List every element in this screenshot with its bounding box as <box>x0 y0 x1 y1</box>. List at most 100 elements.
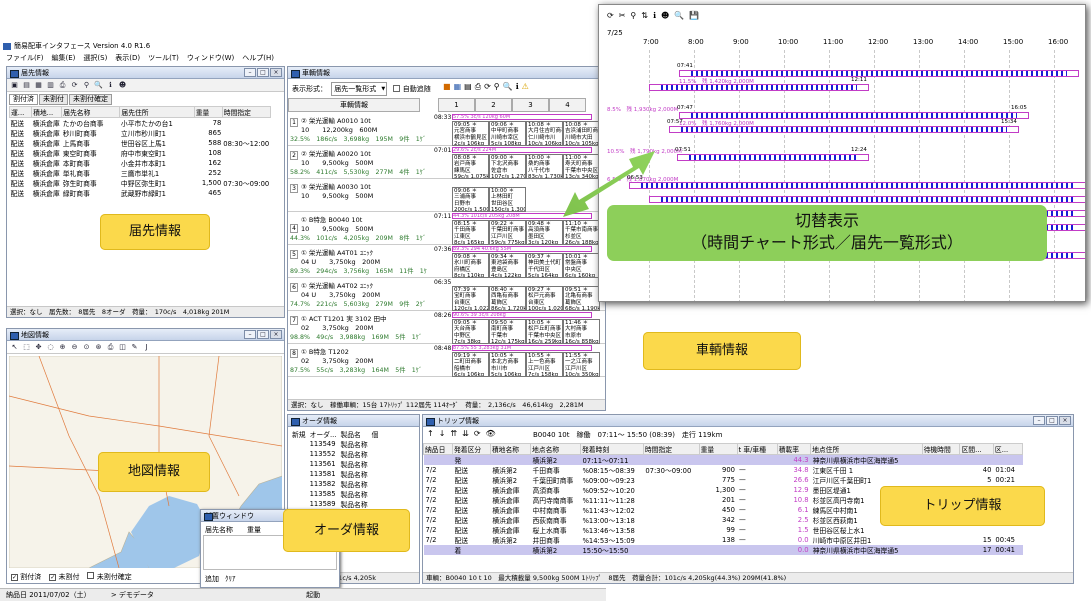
column-header[interactable]: オーダ... <box>308 429 339 439</box>
filter-icon[interactable]: ⚲ <box>82 81 91 90</box>
stop-cell[interactable]: 09:00 ＊下北沢商事佐倉市107c/s 1,270kg <box>489 154 526 179</box>
column-header[interactable]: 重量 <box>193 106 223 118</box>
stop-cell[interactable]: 10:08 ＊大月住吉町商事 仁川崎市川 10c/s 106kg <box>526 121 563 146</box>
trip-titlebar[interactable]: トリップ情報 – □ × <box>423 415 1073 427</box>
column-header[interactable]: 個 <box>370 429 381 439</box>
route-icon[interactable]: ✎ <box>130 343 139 352</box>
column-header[interactable]: 区間... <box>959 443 994 455</box>
table-row[interactable]: 配送 横浜倉庫 東空町商事 府中市東空町1 108 <box>10 148 271 158</box>
stop-cell[interactable]: 09:51 ＊北亀有商事葛飾区68c/s 1,190kg <box>563 286 600 311</box>
stop-cell[interactable]: 11:55 ＊一之江商事 江戸川区 10c/s 350kg <box>563 352 600 377</box>
select-icon[interactable]: ⬚ <box>22 343 31 352</box>
column-header[interactable]: 区... <box>992 443 1024 455</box>
menu-item[interactable]: 選択(S) <box>83 53 107 64</box>
stop-cell[interactable]: 09:22 ＊千葉田町商事 江戸川区 59c/s 775kg <box>489 220 526 245</box>
column-header[interactable]: 時間指定 <box>221 106 272 118</box>
move-top-icon[interactable]: ⇈ <box>450 429 457 438</box>
open-folder-icon[interactable]: ▣ <box>10 81 19 90</box>
menu-item[interactable]: ツール(T) <box>148 53 179 64</box>
stop-cell[interactable]: 09:37 ＊神田美土代町 千代田区 5c/s 164kg <box>526 253 563 278</box>
stop-cell[interactable]: 08:40 ＊西亀有商事葛飾区86c/s 1,720kg <box>489 286 526 311</box>
menu-item[interactable]: ウィンドウ(W) <box>187 53 234 64</box>
map-titlebar[interactable]: 地図情報 – □ × <box>7 329 284 341</box>
column-header[interactable]: 新規 <box>290 429 308 439</box>
table-row[interactable]: 配送 横浜倉庫 本町商事 小金井市本町1 162 <box>10 158 271 168</box>
column-header[interactable]: 積地名称 <box>489 443 532 455</box>
auto-scroll-checkbox[interactable] <box>393 85 401 92</box>
table-row[interactable]: 113589 製品名称 <box>290 499 380 509</box>
menu-item[interactable]: ヘルプ(H) <box>242 53 274 64</box>
stop-cell[interactable]: 09:05 ＊天台商事 中野区 7c/s 38kg <box>452 319 489 344</box>
vehicle-titlebar[interactable]: 車輌情報 <box>288 67 605 79</box>
search-icon[interactable]: 🔍 <box>94 81 103 90</box>
table-row[interactable]: 着 横浜第2 15:50〜15:50 0.0 神奈川県横浜市中区海岸通5 17 00:41 <box>423 545 1023 555</box>
pointer-icon[interactable]: ↖ <box>10 343 19 352</box>
column-header[interactable]: 発着時刻 <box>579 443 644 455</box>
stop-cell[interactable]: 08:15 ＊千田商事 江東区 8c/s 165kg <box>452 220 489 245</box>
zoom-fit-icon[interactable]: ⊙ <box>82 343 91 352</box>
stop-cell[interactable]: 10:05 ＊本北方商事 市川市 5c/s 106kg <box>489 352 526 377</box>
stop-cell[interactable]: 09:05 ＊元宮商事 横浜市鶴見区 2c/s 106kg <box>452 121 489 146</box>
minimize-icon[interactable]: – <box>1033 416 1045 425</box>
cut-icon[interactable]: ✂ <box>619 11 626 23</box>
user-icon[interactable]: ☻ <box>118 81 127 90</box>
table-row[interactable]: 配送 横浜倉庫 緑町商事 武蔵野市緑町1 465 <box>10 188 271 198</box>
stop-cell[interactable]: 09:19 ＊二町田商事 船橋市 6c/s 106kg <box>452 352 489 377</box>
refresh-icon[interactable]: ⟳ <box>484 82 491 92</box>
stop-cell[interactable]: 10:55 ＊上一色商事 江戸川区 7c/s 158kg <box>526 352 563 377</box>
grid-icon[interactable]: ▦ <box>454 82 462 92</box>
search-icon[interactable]: 🔍 <box>503 82 513 92</box>
column-header[interactable]: 製品名 <box>338 429 369 439</box>
minimize-icon[interactable]: – <box>244 68 256 77</box>
close-icon[interactable]: × <box>270 68 282 77</box>
check-unassigned-fixed[interactable]: 未割付確定 <box>87 572 132 582</box>
truck-icon[interactable]: ■ <box>443 82 451 92</box>
close-icon[interactable]: × <box>270 330 282 339</box>
stop-cell[interactable]: 10:01 ＊常盤商事 中央区 6c/s 160kg <box>563 253 600 278</box>
column-header[interactable]: 地点名称 <box>530 443 581 455</box>
table-row[interactable]: 113585 製品名称 <box>290 489 380 499</box>
table-row[interactable]: 113561 製品名称 <box>290 459 380 469</box>
move-down-icon[interactable]: ↓ <box>439 429 446 438</box>
clear-button[interactable]: ｸﾘｱ <box>225 574 236 584</box>
column-header[interactable]: 時間指定 <box>642 443 700 455</box>
table-row[interactable]: 7/2 配送 横浜第2 井田商事 %14:53〜15:09 138— 0.0 川崎市中原区井田… <box>424 535 1023 545</box>
vehicle-row[interactable]: 1② 栄光運輸 A0010 10t 10 12,200kg 600M 32.5% 1… <box>288 113 605 146</box>
filter-icon[interactable]: ⚲ <box>630 11 636 23</box>
table-row[interactable]: 配送 横浜倉庫 上馬商事 世田谷区上馬1 588 08:30〜12:00 <box>10 138 271 148</box>
stop-cell[interactable]: 08:08 ＊岩戸商事練馬区59c/s 1,075kg <box>452 154 489 179</box>
menu-item[interactable]: 表示(D) <box>115 53 140 64</box>
view-icon[interactable]: 👁 <box>486 429 496 438</box>
grid-icon[interactable]: ▥ <box>46 81 55 90</box>
maximize-icon[interactable]: □ <box>1046 416 1058 425</box>
vehicle-row[interactable]: 5① 栄光運輸 A4T01 ﾕﾆｯｸ 04 U 3,750kg 200M 89.3%… <box>288 245 605 278</box>
table-row[interactable]: 7/2 配送 横浜第2 千田商事 %08:15〜08:39 07:30〜09:00 900—… <box>424 465 1023 475</box>
refresh-icon[interactable]: ⟳ <box>607 11 614 23</box>
vehicle-row[interactable]: 8① B特急 T1202 02 3,750kg 200M 87.5% 55c/s 3… <box>288 344 605 377</box>
info-icon[interactable]: ℹ <box>653 11 656 23</box>
column-header[interactable]: 重量 <box>698 443 738 455</box>
column-header[interactable]: t 車/車種 <box>736 443 778 455</box>
stop-cell[interactable]: 09:34 ＊東池袋商事 豊島区 4c/s 122kg <box>489 253 526 278</box>
table-row[interactable]: 7/2 配送 横浜第2 千葉田町商事 %09:00〜09:23 775— 26.6 江戸川区千… <box>424 475 1023 485</box>
stop-cell[interactable]: 10:00 ＊上林田町世田谷区150c/s 1,300kg <box>489 187 526 212</box>
column-header[interactable]: 運... <box>8 106 33 118</box>
pan-icon[interactable]: ✥ <box>34 343 43 352</box>
column-header[interactable]: 納品日 <box>423 443 453 455</box>
column-header[interactable]: 積地... <box>31 106 63 118</box>
tab-assigned[interactable]: 割付済 <box>9 94 38 105</box>
table-row[interactable]: 113549 製品名称 <box>290 439 380 449</box>
add-button[interactable]: 追加 <box>205 574 219 584</box>
table-row[interactable]: 配送 横浜倉庫 秒川町商事 立川市秒川町1 865 <box>10 128 271 138</box>
table-row[interactable]: 配送 横浜倉庫 単礼商事 三鷹市単礼1 252 <box>10 168 271 178</box>
stop-cell[interactable]: 09:27 ＊松戸元商事台東区100c/s 1,020kg <box>526 286 563 311</box>
filter-icon[interactable]: ⚲ <box>494 82 500 92</box>
lasso-icon[interactable]: ◌ <box>46 343 55 352</box>
column-header[interactable]: 届先名称 <box>61 106 121 118</box>
menu-item[interactable]: 編集(E) <box>52 53 76 64</box>
layer-icon[interactable]: ◫ <box>118 343 127 352</box>
table-row[interactable]: 113552 製品名称 <box>290 449 380 459</box>
tab-unassigned-fixed[interactable]: 未割付確定 <box>69 94 112 105</box>
check-assigned[interactable]: ✓ 割付済 <box>11 572 41 582</box>
table-row[interactable]: 7/2 配送 横浜倉庫 桜上水商事 %13:46〜13:58 99— 1.5 世田谷区桜上水1 <box>424 525 1023 535</box>
